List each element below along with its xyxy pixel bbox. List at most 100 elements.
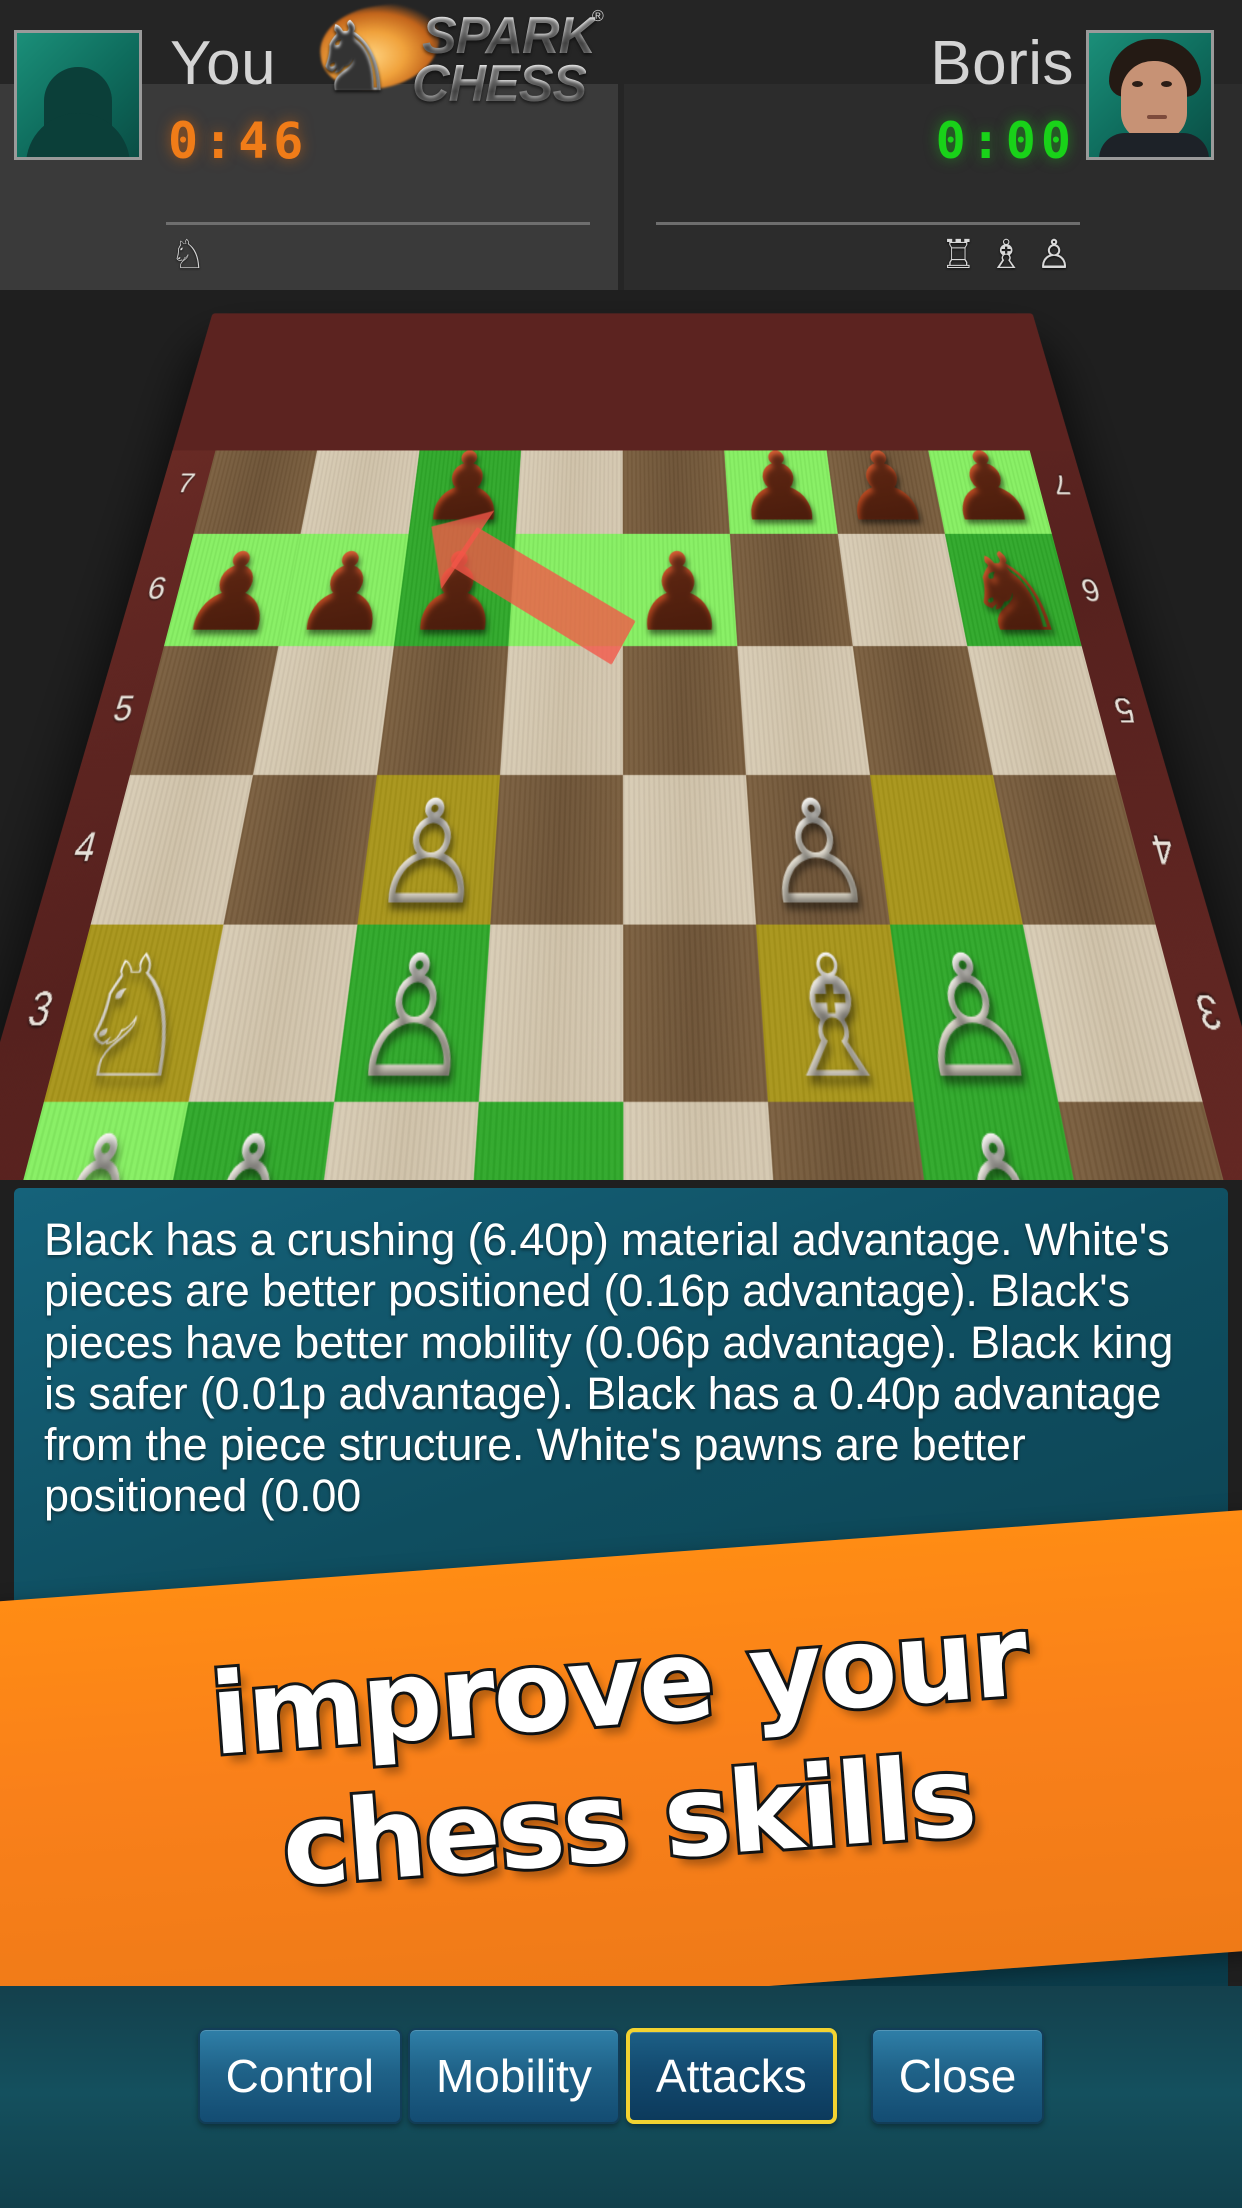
portrait-mouth (1147, 115, 1167, 119)
avatar-you[interactable] (14, 30, 142, 160)
player-hud-bar: You Boris 0:46 0:00 ♘ ♖ ♗ ♙ ♞ SPARK CHESS … (0, 0, 1242, 290)
board-square-f6[interactable] (730, 533, 853, 646)
board-square-f8[interactable]: ♝ (717, 347, 825, 442)
portrait-eye-right (1161, 81, 1172, 87)
chess-piece-e6[interactable]: ♟ (630, 534, 730, 655)
captured-pieces-you: ♘ (170, 232, 206, 278)
board-square-b7[interactable] (300, 434, 422, 534)
board-square-b6[interactable]: ♟ (278, 533, 409, 655)
chess-piece-g3[interactable]: ♙ (899, 925, 1050, 1115)
close-button[interactable]: Close (870, 2028, 1045, 2124)
chessboard-3d[interactable]: 8 7 6 5 4 3 2 1 8 7 6 5 4 3 2 1 a b c d … (0, 313, 1242, 1180)
player-name-you: You (170, 29, 277, 98)
chessboard-area[interactable]: 8 7 6 5 4 3 2 1 8 7 6 5 4 3 2 1 a b c d … (0, 200, 1242, 1180)
hud-divider-left (166, 222, 590, 225)
board-square-f7[interactable]: ♟ (723, 434, 838, 541)
chess-piece-c6[interactable]: ♟ (400, 534, 507, 655)
close-button-label: Close (898, 2050, 1017, 2102)
registered-mark: ® (592, 8, 604, 25)
timer-boris: 0:00 (935, 112, 1076, 170)
board-square-d2[interactable] (464, 1101, 624, 1180)
chess-piece-a6[interactable]: ♟ (170, 534, 293, 655)
chess-piece-b8[interactable]: ♜ (326, 347, 426, 441)
board-perspective-wrapper: 8 7 6 5 4 3 2 1 8 7 6 5 4 3 2 1 a b c d … (0, 200, 1242, 1180)
chess-piece-a3[interactable]: ♘ (51, 925, 214, 1115)
board-square-g4[interactable] (869, 775, 1023, 925)
board-square-c3[interactable]: ♙ (333, 924, 490, 1115)
rook-icon: ♖ (940, 233, 977, 277)
board-square-c6[interactable]: ♟ (393, 533, 516, 655)
timer-you: 0:46 (168, 112, 309, 170)
logo-text-chess: CHESS (412, 55, 587, 113)
board-square-c8[interactable] (421, 347, 528, 435)
avatar-boris[interactable] (1086, 30, 1214, 160)
chess-piece-f7[interactable]: ♟ (731, 435, 831, 541)
portrait-eye-left (1132, 81, 1143, 87)
control-button-label: Control (225, 2050, 374, 2102)
chess-piece-e8[interactable]: ♚ (629, 347, 716, 441)
chess-piece-c7[interactable]: ♟ (415, 435, 515, 541)
board-square-d6[interactable] (508, 533, 623, 646)
attacks-button[interactable]: Attacks (625, 2028, 837, 2124)
portrait-face (1121, 61, 1187, 141)
board-square-f5[interactable] (737, 645, 870, 775)
board-square-e2[interactable] (623, 1101, 783, 1180)
board-square-e6[interactable]: ♟ (622, 533, 738, 655)
board-square-e8[interactable]: ♚ (622, 347, 724, 442)
board-square-g7[interactable]: ♟ (824, 434, 945, 541)
board-square-b4[interactable] (223, 775, 377, 925)
board-square-d3[interactable] (478, 924, 624, 1102)
ad-banner[interactable]: improve your chess skills (0, 1507, 1242, 2045)
board-square-g3[interactable]: ♙ (889, 924, 1058, 1115)
button-row: Control Mobility Attacks Close (0, 2028, 1242, 2124)
silhouette-icon (44, 67, 112, 157)
captured-pieces-boris: ♖ ♗ ♙ (940, 232, 1072, 278)
board-square-e3[interactable] (623, 924, 769, 1102)
board-square-c2[interactable] (306, 1101, 479, 1180)
board-square-b5[interactable] (253, 645, 394, 775)
knight-icon: ♞ (310, 4, 397, 111)
board-square-g2[interactable]: ♙ (912, 1101, 1100, 1180)
chess-piece-h7[interactable]: ♟ (932, 435, 1046, 541)
chess-piece-h6[interactable]: ♞ (952, 534, 1076, 655)
attacks-button-label: Attacks (655, 2050, 807, 2102)
chess-piece-c3[interactable]: ♙ (342, 925, 480, 1115)
chess-piece-b6[interactable]: ♟ (285, 534, 400, 655)
chess-piece-f4[interactable]: ♙ (755, 775, 882, 937)
control-button[interactable]: Control (197, 2028, 402, 2124)
mobility-button[interactable]: Mobility (407, 2028, 620, 2124)
button-gap (843, 2028, 865, 2124)
board-square-d5[interactable] (499, 645, 623, 775)
board-square-f2[interactable] (768, 1101, 941, 1180)
pawn-icon: ♙ (1036, 233, 1072, 277)
board-square-e7[interactable] (622, 434, 731, 534)
board-square-c7[interactable]: ♟ (408, 434, 522, 541)
board-square-f3[interactable]: ♗ (756, 924, 913, 1115)
board-square-e5[interactable] (622, 645, 747, 775)
board-square-c4[interactable]: ♙ (356, 775, 500, 937)
chess-piece-f8[interactable]: ♝ (724, 347, 818, 441)
chess-piece-h8[interactable]: ♜ (914, 347, 1020, 441)
board-square-b2[interactable]: ♙ (147, 1101, 334, 1180)
mobility-button-label: Mobility (435, 2050, 592, 2102)
board-square-d4[interactable] (489, 775, 624, 925)
board-square-c5[interactable] (376, 645, 509, 775)
chess-piece-c4[interactable]: ♙ (365, 775, 491, 937)
board-square-b8[interactable]: ♜ (320, 347, 433, 442)
analysis-text: Black has a crushing (6.40p) material ad… (44, 1214, 1174, 1522)
bottom-button-bar: Control Mobility Attacks Close (0, 1986, 1242, 2208)
chess-piece-g2[interactable]: ♙ (923, 1101, 1091, 1180)
board-square-g8[interactable] (812, 347, 925, 435)
bishop-icon: ♗ (988, 233, 1025, 277)
chess-piece-d8[interactable]: ♛ (529, 347, 616, 441)
board-square-b3[interactable] (188, 924, 357, 1102)
board-square-d8[interactable]: ♛ (521, 347, 623, 442)
chess-piece-g7[interactable]: ♟ (831, 435, 938, 541)
sparkchess-logo: ♞ SPARK CHESS ® (300, 0, 630, 113)
board-square-e4[interactable] (623, 775, 757, 925)
board-square-f4[interactable]: ♙ (746, 775, 890, 937)
chess-piece-b2[interactable]: ♙ (155, 1101, 323, 1180)
chess-piece-f3[interactable]: ♗ (766, 925, 905, 1115)
board-square-d7[interactable] (515, 434, 623, 534)
knight-icon: ♘ (170, 233, 206, 277)
